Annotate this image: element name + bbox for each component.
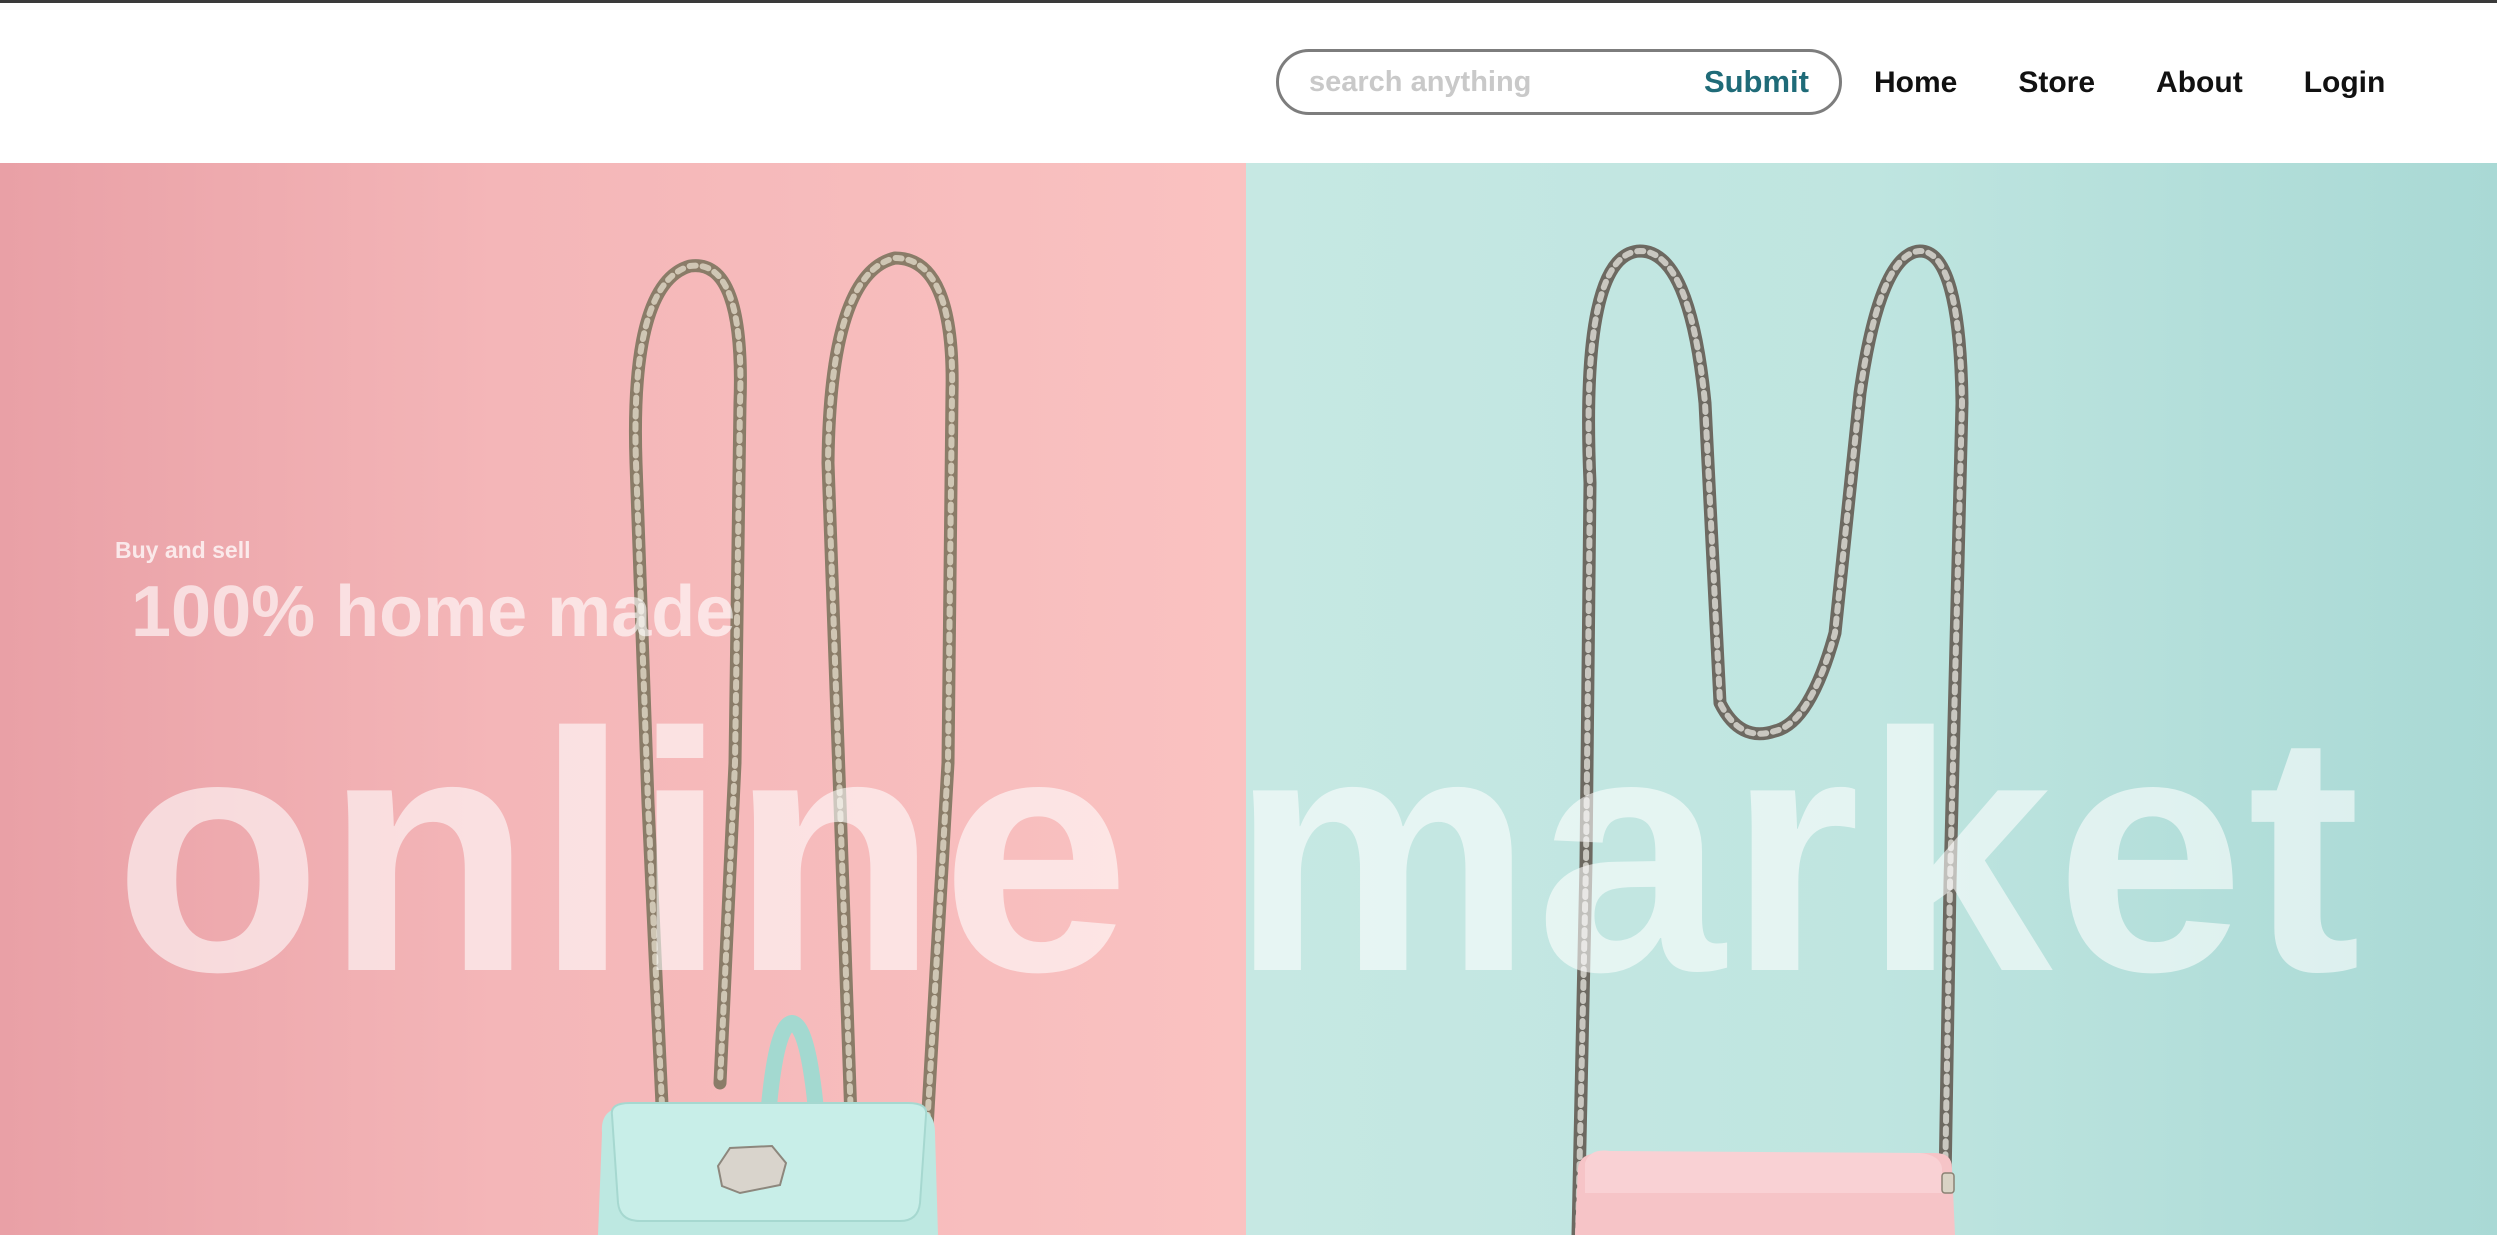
hero-subtagline: Buy and sell — [115, 537, 251, 563]
nav-store[interactable]: Store — [2018, 65, 2095, 101]
search-input[interactable] — [1279, 51, 1694, 113]
page: Submit Home Store About Login — [0, 0, 2497, 1235]
main-nav: Home Store About Login — [1874, 65, 2385, 101]
hero-title: online market — [114, 663, 2364, 1043]
hero-banner: Buy and sell 100% home made online marke… — [0, 163, 2497, 1235]
site-header: Submit Home Store About Login — [0, 3, 2497, 163]
submit-button[interactable]: Submit — [1694, 52, 1839, 112]
nav-login[interactable]: Login — [2304, 65, 2386, 101]
nav-home[interactable]: Home — [1874, 65, 1957, 101]
nav-about[interactable]: About — [2156, 65, 2243, 101]
hero-tagline: 100% home made — [131, 572, 736, 652]
search-form: Submit — [1276, 49, 1842, 115]
